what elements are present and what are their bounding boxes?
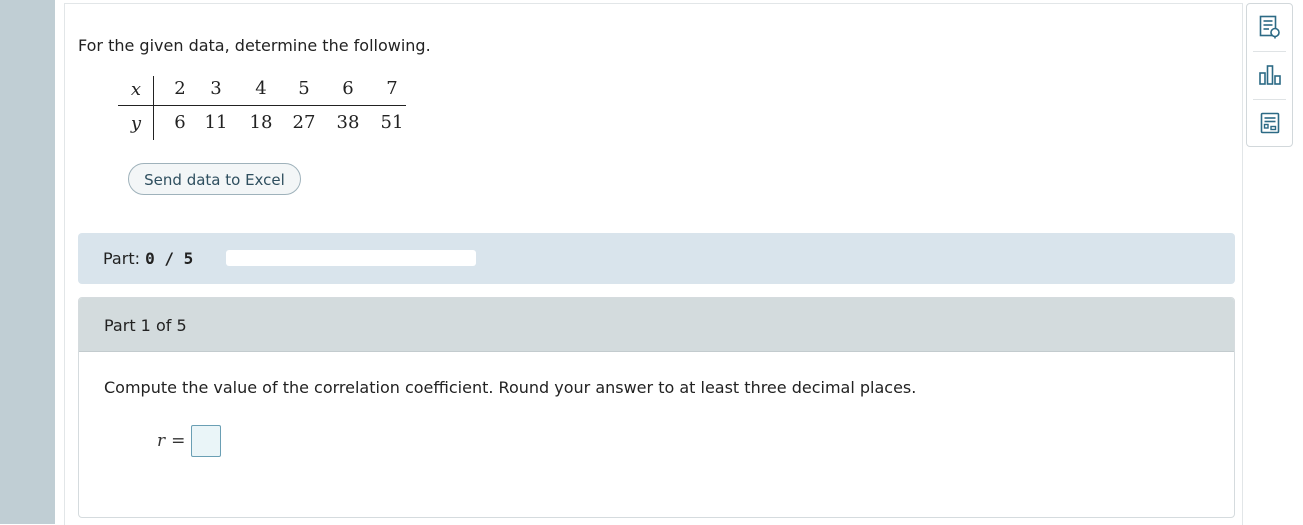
progress-bar-section: Part: 0 / 5 (78, 233, 1235, 284)
equals-sign: = (171, 431, 186, 451)
x-value: 7 (386, 78, 398, 99)
y-label: y (130, 112, 142, 134)
y-value: 18 (249, 112, 273, 133)
part-header: Part 1 of 5 (79, 298, 1234, 352)
progress-label: Part: 0 / 5 (103, 249, 193, 268)
progress-count: 0 / 5 (145, 249, 194, 268)
y-value: 11 (204, 112, 228, 133)
table-row-x: x 2 3 4 5 6 7 (118, 72, 398, 106)
y-value: 38 (336, 112, 360, 133)
answer-input[interactable] (191, 425, 222, 457)
x-label: x (130, 78, 142, 100)
table-row-y: y 6 11 18 27 38 51 (118, 106, 404, 140)
tool-panel (1246, 3, 1293, 147)
explanation-button[interactable] (1247, 4, 1292, 50)
x-value: 4 (255, 78, 267, 99)
data-chart-button[interactable] (1247, 52, 1292, 98)
calculator-button[interactable] (1247, 100, 1292, 146)
problem-prompt: For the given data, determine the follow… (78, 36, 431, 55)
progress-track (226, 250, 476, 266)
y-value: 27 (292, 112, 316, 133)
answer-row: r = (157, 425, 222, 457)
part-card: Part 1 of 5 Compute the value of the cor… (78, 297, 1235, 518)
explanation-icon (1259, 15, 1281, 39)
send-to-excel-button[interactable]: Send data to Excel (128, 163, 301, 195)
calculator-icon (1260, 112, 1280, 134)
x-value: 2 (174, 78, 186, 99)
data-chart-icon (1258, 64, 1282, 86)
x-value: 3 (210, 78, 222, 99)
x-value: 5 (298, 78, 310, 99)
x-value: 6 (342, 78, 354, 99)
y-value: 6 (174, 112, 186, 133)
question-text: Compute the value of the correlation coe… (104, 378, 917, 397)
answer-variable-label: r (157, 431, 166, 451)
y-value: 51 (380, 112, 404, 133)
progress-label-text: Part: (103, 249, 140, 268)
left-rail (0, 0, 55, 524)
part-header-title: Part 1 of 5 (104, 316, 187, 335)
